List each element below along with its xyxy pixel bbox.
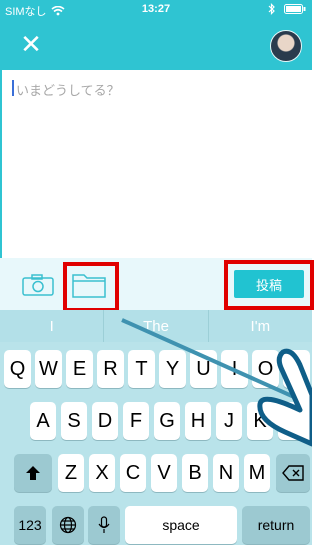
suggestion-item[interactable]: I'm [209,310,312,342]
key-f[interactable]: F [123,402,149,440]
key-g[interactable]: G [154,402,180,440]
status-right [268,3,306,15]
key-b[interactable]: B [182,454,208,492]
status-time: 13:27 [141,3,171,15]
key-v[interactable]: V [151,454,177,492]
key-h[interactable]: H [185,402,211,440]
nav-bar: ✕ [0,20,312,70]
key-e[interactable]: E [66,350,93,388]
key-i[interactable]: I [221,350,248,388]
key-z[interactable]: Z [58,454,84,492]
key-w[interactable]: W [35,350,62,388]
key-x[interactable]: X [89,454,115,492]
key-o[interactable]: O [252,350,279,388]
return-key[interactable]: return [242,506,310,544]
key-q[interactable]: Q [4,350,31,388]
post-highlight-box [224,260,314,310]
key-c[interactable]: C [120,454,146,492]
microphone-icon [98,516,110,533]
shift-icon [26,466,40,480]
status-bar: SIMなし 13:27 [0,0,312,20]
compose-area[interactable] [0,70,312,270]
key-j[interactable]: J [216,402,242,440]
key-k[interactable]: K [247,402,273,440]
keyboard: Q W E R T Y U I O P A S D F G H J K L Z … [0,342,312,545]
key-l[interactable]: L [278,402,304,440]
bluetooth-icon [268,3,275,15]
shift-key[interactable] [14,454,52,492]
microphone-key[interactable] [88,506,120,544]
suggestion-item[interactable]: I [0,310,105,342]
camera-icon[interactable] [22,274,54,296]
space-key[interactable]: space [125,506,237,544]
backspace-key[interactable] [276,454,310,492]
key-y[interactable]: Y [159,350,186,388]
key-p[interactable]: P [283,350,310,388]
key-m[interactable]: M [244,454,270,492]
key-u[interactable]: U [190,350,217,388]
battery-icon [284,4,306,14]
key-t[interactable]: T [128,350,155,388]
numbers-key[interactable]: 123 [14,506,46,544]
suggestion-item[interactable]: The [104,310,209,342]
suggestion-bar: I The I'm [0,310,312,342]
backspace-icon [282,465,304,481]
globe-key[interactable] [52,506,84,544]
key-d[interactable]: D [92,402,118,440]
key-a[interactable]: A [30,402,56,440]
close-icon[interactable]: ✕ [18,32,44,58]
text-caret [12,80,14,96]
folder-highlight-box [63,262,119,312]
globe-icon [59,516,77,534]
key-s[interactable]: S [61,402,87,440]
compose-placeholder: いまどうしてる？ [16,83,120,98]
key-r[interactable]: R [97,350,124,388]
avatar[interactable] [270,30,302,62]
key-n[interactable]: N [213,454,239,492]
